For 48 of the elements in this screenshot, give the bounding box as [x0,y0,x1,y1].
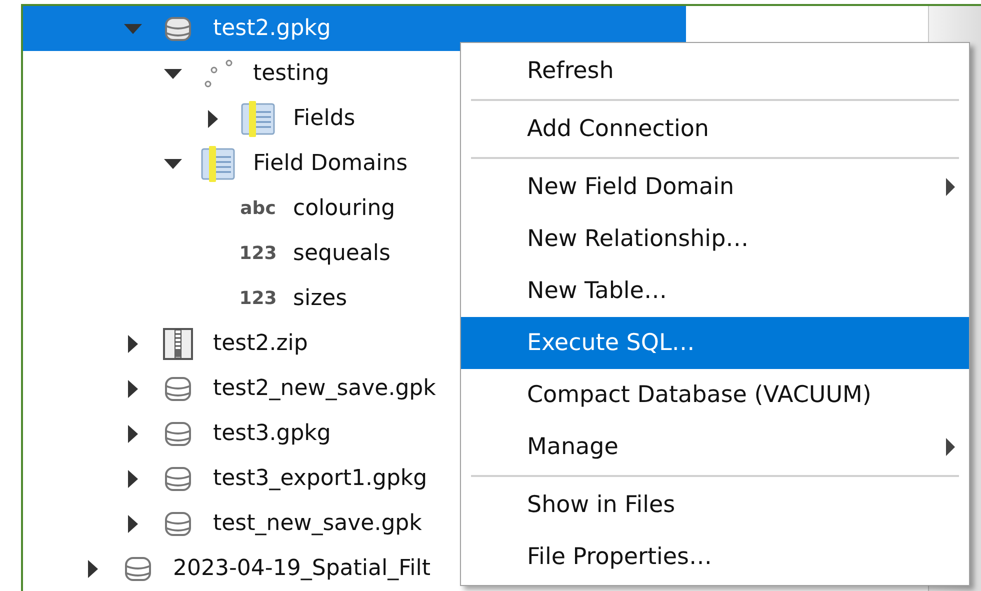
tree-item-label: colouring [293,196,396,221]
tree-item-label: 2023-04-19_Spatial_Filt [173,556,431,581]
menu-item[interactable]: Refresh [461,45,969,97]
tree-item-label: testing [253,61,330,86]
tree-item-label: test2.zip [213,331,308,356]
zip-icon [163,328,193,360]
tree-item-label: test_new_save.gpk [213,511,422,536]
expand-arrow-icon[interactable] [128,514,138,532]
tree-item-label: Fields [293,106,356,131]
menu-item[interactable]: New Table… [461,265,969,317]
database-icon [164,464,192,492]
expand-arrow-icon[interactable] [128,424,138,442]
menu-item[interactable]: File Properties… [461,531,969,583]
table-icon [241,100,275,138]
menu-item[interactable]: New Field Domain [461,161,969,213]
expand-arrow-icon[interactable] [128,470,138,488]
collapse-arrow-icon[interactable] [164,158,182,168]
point-layer-icon [203,58,233,88]
database-icon [164,420,192,448]
menu-item[interactable]: Show in Files [461,479,969,531]
tree-item-label: Field Domains [253,151,408,176]
submenu-arrow-icon [946,178,955,196]
field-type-label: 123 [239,243,277,264]
database-icon [164,374,192,402]
expand-arrow-icon[interactable] [128,334,138,352]
submenu-arrow-icon [946,438,955,456]
database-icon [124,554,152,582]
tree-item-label: test3_export1.gpkg [213,466,428,491]
field-type-label: 123 [239,288,277,309]
tree-item-label: test2.gpkg [213,16,331,41]
menu-item[interactable]: Manage [461,421,969,473]
tree-item-label: sizes [293,286,348,311]
tree-item-label: test3.gpkg [213,421,331,446]
field-type-label: abc [240,198,276,219]
tree-item-label: test2_new_save.gpk [213,376,436,401]
menu-item[interactable]: Compact Database (VACUUM) [461,369,969,421]
collapse-arrow-icon[interactable] [164,68,182,78]
database-icon [164,510,192,538]
menu-item[interactable]: Execute SQL… [461,317,969,369]
menu-item[interactable]: Add Connection [461,103,969,155]
tree-item[interactable]: test2.gpkg [23,6,686,51]
expand-arrow-icon[interactable] [88,560,98,578]
tree-item-label: sequeals [293,241,390,266]
expand-arrow-icon[interactable] [128,380,138,398]
table-icon [201,144,235,182]
database-icon [164,14,192,42]
menu-item[interactable]: New Relationship… [461,213,969,265]
expand-arrow-icon[interactable] [208,110,218,128]
